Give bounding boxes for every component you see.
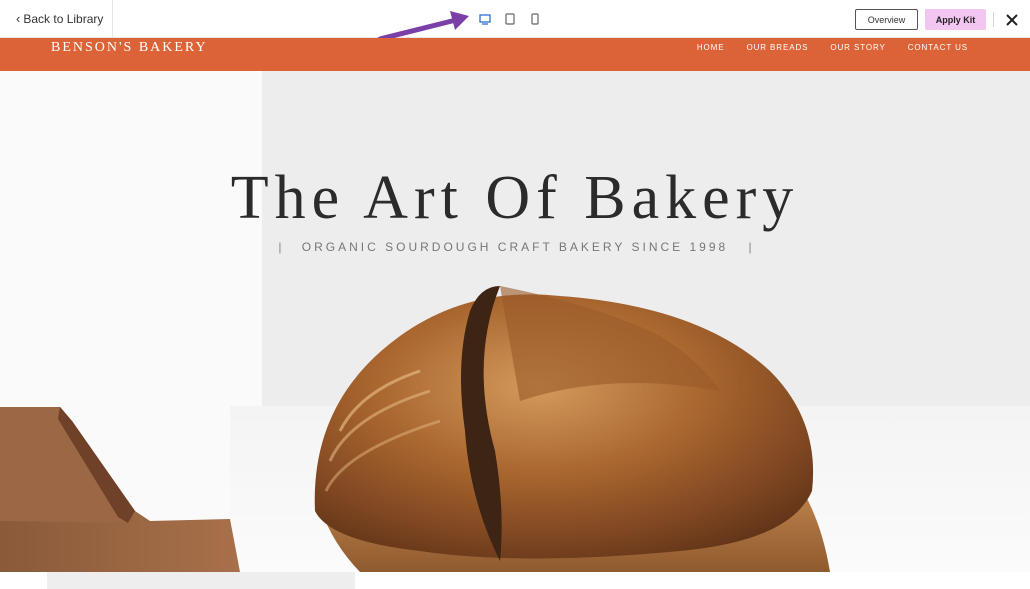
hero-title: The Art Of Bakery [230,164,800,232]
subtitle-divider-right: | [748,240,752,254]
toolbar-divider [993,12,994,27]
desktop-view-button[interactable] [478,10,492,28]
menu-item-home[interactable]: HOME [697,43,725,52]
back-label: Back to Library [23,11,104,26]
close-icon [1006,14,1018,26]
sourdough-bread-photo [0,71,1030,572]
site-logo[interactable]: BENSON'S BAKERY [51,40,208,56]
close-button[interactable] [1004,12,1020,28]
overview-button[interactable]: Overview [855,9,918,30]
site-header: BENSON'S BAKERY HOME OUR BREADS OUR STOR… [0,38,1030,71]
chevron-left-icon: ‹ [16,11,21,26]
desktop-icon [479,13,491,25]
mobile-icon [531,13,539,25]
hero-subtitle: | ORGANIC SOURDOUGH CRAFT BAKERY SINCE 1… [0,240,1030,254]
hero-section: The Art Of Bakery | ORGANIC SOURDOUGH CR… [0,71,1030,572]
apply-kit-button[interactable]: Apply Kit [925,9,986,30]
tablet-icon [505,13,515,25]
next-section-preview [47,572,355,589]
hero-subtitle-text: ORGANIC SOURDOUGH CRAFT BAKERY SINCE 199… [301,240,729,254]
mobile-view-button[interactable] [528,10,542,28]
menu-item-our-breads[interactable]: OUR BREADS [746,43,808,52]
menu-item-contact-us[interactable]: CONTACT US [908,43,968,52]
device-switcher [478,10,542,28]
tablet-view-button[interactable] [503,10,517,28]
back-to-library-link[interactable]: ‹ Back to Library [0,0,113,37]
site-menu: HOME OUR BREADS OUR STORY CONTACT US [697,43,968,52]
subtitle-divider-left: | [278,240,282,254]
editor-toolbar: ‹ Back to Library Overview Apply Kit [0,0,1030,42]
menu-item-our-story[interactable]: OUR STORY [830,43,885,52]
